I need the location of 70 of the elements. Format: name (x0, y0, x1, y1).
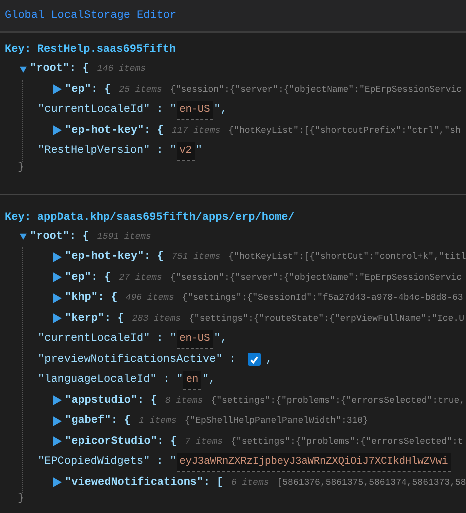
punctuation: , (266, 354, 273, 366)
item-count: 6 items (231, 478, 270, 488)
key-label: Key: (5, 212, 32, 224)
window-title: Global LocalStorage Editor (5, 10, 177, 22)
property-key: "ep": { (65, 84, 112, 96)
value-preview: {"settings":{"SessionId":"f5a27d43-a978-4b4c-b8d8-63 (182, 293, 464, 304)
property-key: "previewNotificationsActive" : (38, 354, 236, 366)
value-field[interactable]: v2 (176, 142, 195, 161)
checkbox[interactable] (248, 353, 262, 366)
value-preview: [5861376,5861375,5861374,5861373,58 (277, 478, 466, 488)
value-field[interactable]: en-US (176, 100, 214, 120)
property-key: "root": { (30, 63, 90, 76)
property-key: "currentLocaleId" : " (38, 333, 177, 346)
punctuation: ", (202, 374, 216, 386)
caret-icon[interactable] (52, 477, 62, 488)
caret-icon[interactable] (52, 436, 62, 448)
property-key: "RestHelpVersion" : " (38, 145, 177, 158)
item-count: 25 items (119, 84, 162, 95)
storage-key: appData.khp/saas695fifth/apps/erp/home/ (37, 212, 295, 224)
value-field[interactable]: en (183, 370, 202, 390)
item-count: 496 items (126, 293, 174, 304)
property-key: "epicorStudio": { (65, 436, 178, 448)
item-count: 146 items (97, 64, 146, 74)
property-key: "root": { (30, 230, 90, 243)
item-count: 7 items (185, 436, 224, 447)
key-label: Key: (5, 44, 32, 56)
property-key: "EPCopiedWidgets" : " (38, 456, 177, 468)
item-count: 27 items (119, 272, 162, 283)
value-preview: {"hotKeyList":[{"shortcutPrefix":"ctrl","sh (228, 126, 461, 136)
value-preview: {"settings":{"routeState":{"erpViewFullName":"Ice.U (189, 314, 464, 324)
caret-icon[interactable] (52, 252, 62, 263)
property-key: "currentLocaleId" : " (38, 104, 177, 116)
storage-key: RestHelp.saas695fifth (37, 44, 176, 56)
punctuation: " (196, 145, 202, 158)
value-field[interactable]: eyJ3aWRnZXRzIjpbeyJ3aWRnZXQiOiJ7XCIkdHlwZVwi (176, 452, 452, 472)
item-count: 751 items (172, 252, 221, 262)
closing-brace: } (17, 162, 26, 176)
property-key: "viewedNotifications": [ (65, 476, 224, 489)
property-key: "gabef": { (65, 415, 132, 428)
value-field[interactable]: en-US (176, 330, 214, 349)
property-key: "khp": { (65, 292, 118, 304)
property-key: "ep-hot-key": { (65, 251, 164, 264)
item-count: 117 items (172, 126, 221, 136)
value-preview: {"settings":{"problems":{"errorsSelected":t (231, 436, 464, 447)
value-preview: {"session":{"server":{"objectName":"EpErpSessionServic (170, 84, 462, 95)
caret-icon[interactable] (52, 292, 62, 304)
item-count: 8 items (165, 396, 204, 406)
caret-icon[interactable] (20, 233, 27, 240)
punctuation: ", (214, 333, 228, 346)
item-count: 1591 items (97, 232, 152, 242)
punctuation: ", (214, 104, 228, 116)
value-preview: {"hotKeyList":[{"shortCut":"control+k","titl (228, 252, 466, 262)
caret-icon[interactable] (52, 416, 62, 427)
closing-brace: } (17, 493, 26, 507)
item-count: 1 items (139, 416, 177, 426)
property-key: "ep-hot-key": { (65, 124, 164, 137)
value-preview: {"EpShellHelpPanelPanelWidth":310} (184, 416, 368, 426)
value-preview: {"settings":{"problems":{"errorsSelected":true, (211, 396, 466, 406)
caret-icon[interactable] (52, 84, 62, 96)
property-key: "languageLocaleId" : " (38, 374, 184, 386)
caret-icon[interactable] (52, 125, 62, 136)
caret-icon[interactable] (52, 395, 62, 406)
value-preview: {"session":{"server":{"objectName":"EpErpSessionServic (170, 272, 462, 283)
property-key: "ep": { (65, 272, 112, 284)
caret-icon[interactable] (52, 313, 62, 324)
caret-icon[interactable] (20, 66, 27, 73)
item-count: 283 items (132, 314, 182, 324)
caret-icon[interactable] (52, 272, 62, 284)
property-key: "kerp": { (65, 312, 124, 325)
property-key: "appstudio": { (65, 394, 158, 407)
